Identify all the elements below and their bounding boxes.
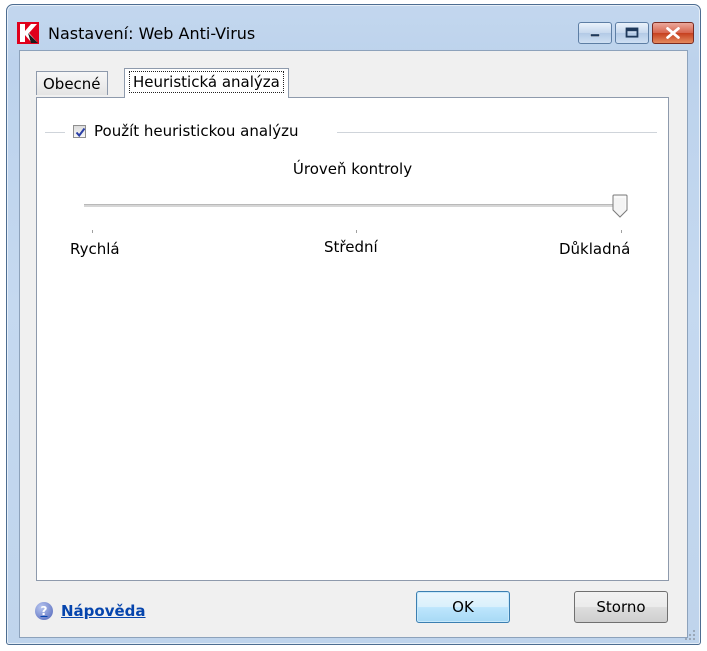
tab-heuristic-analysis-label: Heuristická analýza (129, 71, 284, 93)
window-title: Nastavení: Web Anti-Virus (48, 24, 256, 43)
caption-buttons (578, 22, 694, 46)
kaspersky-logo-icon (17, 22, 39, 44)
use-heuristic-checkbox[interactable] (73, 124, 86, 138)
maximize-icon (625, 27, 639, 38)
help-link-label: Nápověda (61, 602, 146, 620)
cancel-button-label: Storno (596, 598, 646, 616)
dialog-window: Nastavení: Web Anti-Virus Obecné Heurist… (6, 4, 701, 645)
tab-heuristic-analysis[interactable]: Heuristická analýza (124, 68, 289, 98)
scan-level-label: Úroveň kontroly (292, 160, 413, 178)
resize-grip-icon[interactable] (684, 629, 696, 641)
checkmark-icon (75, 127, 86, 137)
group-divider-right (337, 132, 657, 133)
scan-level-slider-thumb[interactable] (612, 194, 628, 218)
level-medium-label: Střední (324, 238, 378, 256)
minimize-icon (590, 33, 600, 37)
level-fast-label: Rychlá (70, 240, 120, 258)
ok-button-label: OK (452, 598, 474, 616)
tab-general-label: Obecné (43, 75, 101, 93)
help-icon: ? (35, 602, 53, 620)
slider-tick-fast (92, 230, 93, 233)
slider-tick-medium (356, 230, 357, 233)
scan-level-slider-track[interactable] (84, 204, 623, 208)
help-link[interactable]: ? Nápověda (35, 602, 146, 620)
maximize-button[interactable] (615, 22, 649, 44)
close-icon (666, 27, 680, 39)
heuristic-checkbox-row[interactable]: Použít heuristickou analýzu (70, 122, 302, 140)
tab-general[interactable]: Obecné (36, 71, 108, 95)
slider-tick-thorough (621, 230, 622, 233)
level-thorough-label: Důkladná (559, 240, 631, 258)
dialog-client-area: Obecné Heuristická analýza Použít heuris… (19, 50, 688, 638)
ok-button[interactable]: OK (416, 591, 510, 623)
use-heuristic-label: Použít heuristickou analýzu (94, 122, 299, 140)
title-bar[interactable]: Nastavení: Web Anti-Virus (7, 5, 700, 45)
cancel-button[interactable]: Storno (574, 591, 668, 623)
group-divider-left (45, 132, 65, 133)
tab-panel-heuristic: Použít heuristickou analýzu Úroveň kontr… (36, 97, 669, 581)
minimize-button[interactable] (578, 22, 612, 44)
close-button[interactable] (652, 22, 694, 44)
